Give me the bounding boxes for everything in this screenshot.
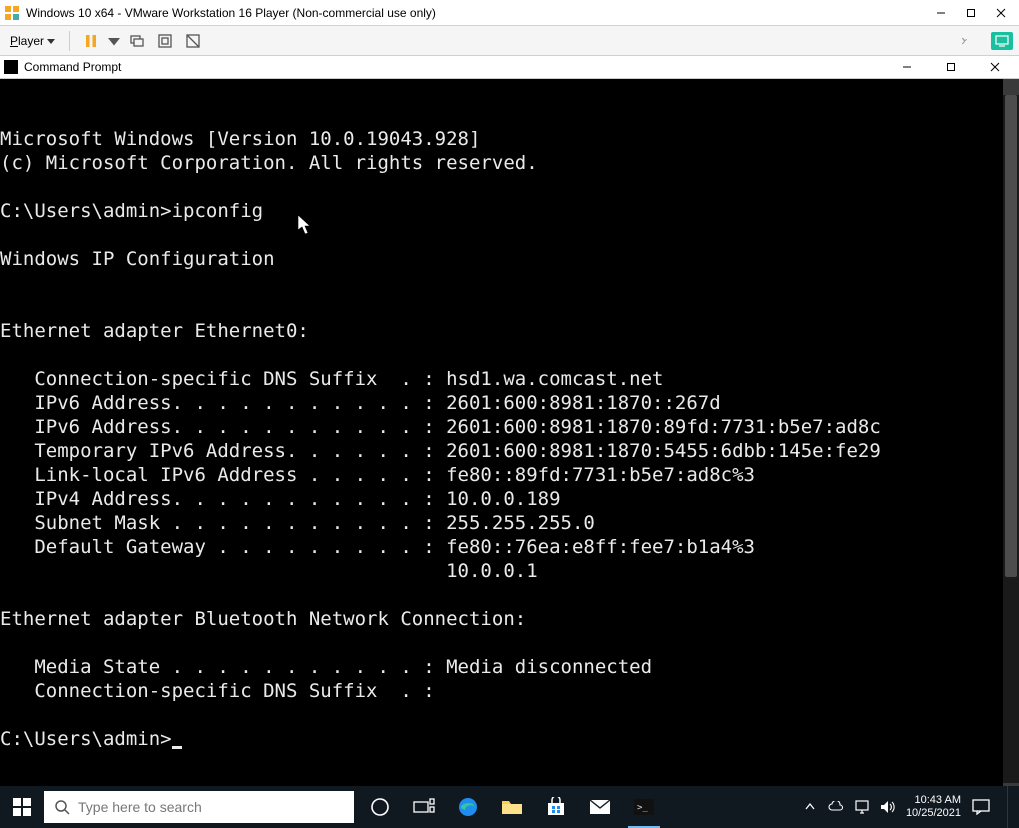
cmd-line: Microsoft Windows [Version 10.0.19043.92…	[0, 127, 1003, 151]
chevron-down-icon	[108, 33, 120, 49]
pause-button[interactable]	[80, 30, 102, 52]
chevron-down-icon	[47, 37, 55, 45]
tray-volume-icon[interactable]	[880, 799, 896, 815]
system-tray: 10:43 AM 10/25/2021	[794, 786, 1019, 828]
folder-icon	[501, 798, 523, 816]
cmd-line: C:\Users\admin>ipconfig	[0, 199, 1003, 223]
taskbar-app-edge[interactable]	[446, 786, 490, 828]
cmd-line	[0, 583, 1003, 607]
cmd-line	[0, 295, 1003, 319]
cmd-line: Ethernet adapter Bluetooth Network Conne…	[0, 607, 1003, 631]
task-view-button[interactable]	[402, 786, 446, 828]
cmd-prompt-line[interactable]: C:\Users\admin>	[0, 727, 1003, 751]
action-center-button[interactable]	[971, 797, 991, 817]
search-icon	[54, 799, 70, 815]
cmd-minimize-button[interactable]	[887, 56, 927, 78]
cmd-line	[0, 223, 1003, 247]
cmd-line: Link-local IPv6 Address . . . . . : fe80…	[0, 463, 1003, 487]
cmd-window-title: Command Prompt	[24, 60, 887, 74]
cmd-line: (c) Microsoft Corporation. All rights re…	[0, 151, 1003, 175]
cmd-line: 10.0.0.1	[0, 559, 1003, 583]
vmware-maximize-button[interactable]	[957, 3, 985, 23]
cmd-line	[0, 631, 1003, 655]
start-button[interactable]	[0, 786, 44, 828]
cmd-prompt-text: C:\Users\admin>	[0, 728, 172, 750]
toolbar-separator	[69, 31, 70, 51]
cmd-line: Subnet Mask . . . . . . . . . . . : 255.…	[0, 511, 1003, 535]
player-menu[interactable]: Player	[6, 32, 59, 50]
cmd-line: Default Gateway . . . . . . . . . : fe80…	[0, 535, 1003, 559]
tray-clock[interactable]: 10:43 AM 10/25/2021	[906, 794, 961, 820]
cmd-line	[0, 343, 1003, 367]
tray-time: 10:43 AM	[906, 794, 961, 807]
windows-taskbar: Type here to search >_ 10:43 AM 10/25/20…	[0, 786, 1019, 828]
vmware-icon	[4, 5, 20, 21]
unity-mode-button[interactable]	[182, 30, 204, 52]
scrollbar-thumb[interactable]	[1005, 95, 1017, 577]
store-icon	[546, 797, 566, 817]
vmware-close-button[interactable]	[987, 3, 1015, 23]
taskbar-search[interactable]: Type here to search	[44, 791, 354, 823]
vmware-window-title: Windows 10 x64 - VMware Workstation 16 P…	[26, 6, 927, 20]
fullscreen-button[interactable]	[154, 30, 176, 52]
cmd-line	[0, 175, 1003, 199]
tray-network-icon[interactable]	[854, 799, 870, 815]
cmd-line: IPv4 Address. . . . . . . . . . . : 10.0…	[0, 487, 1003, 511]
show-desktop-button[interactable]	[1007, 786, 1011, 828]
cmd-title-icon	[4, 60, 18, 74]
cmd-line: Media State . . . . . . . . . . . : Medi…	[0, 655, 1003, 679]
vmware-titlebar: Windows 10 x64 - VMware Workstation 16 P…	[0, 0, 1019, 26]
tray-date: 10/25/2021	[906, 807, 961, 820]
cmd-line	[0, 703, 1003, 727]
cmd-titlebar: Command Prompt	[0, 56, 1019, 79]
cmd-close-button[interactable]	[975, 56, 1015, 78]
stream-button[interactable]	[991, 32, 1013, 50]
cmd-console[interactable]: Microsoft Windows [Version 10.0.19043.92…	[0, 79, 1003, 799]
cmd-scrollbar[interactable]	[1003, 79, 1019, 799]
cycle-multiple-monitors-button[interactable]	[959, 30, 981, 52]
taskbar-app-file-explorer[interactable]	[490, 786, 534, 828]
mail-icon	[589, 799, 611, 815]
scrollbar-up-arrow[interactable]	[1003, 79, 1019, 95]
cmd-icon: >_	[634, 799, 654, 815]
search-placeholder: Type here to search	[78, 799, 202, 815]
cortana-button[interactable]	[358, 786, 402, 828]
vmware-minimize-button[interactable]	[927, 3, 955, 23]
cmd-line	[0, 271, 1003, 295]
cmd-line: Connection-specific DNS Suffix . : hsd1.…	[0, 367, 1003, 391]
send-ctrl-alt-del-button[interactable]	[126, 30, 148, 52]
cmd-line: Temporary IPv6 Address. . . . . . : 2601…	[0, 439, 1003, 463]
cmd-cursor	[172, 746, 182, 749]
cmd-maximize-button[interactable]	[931, 56, 971, 78]
task-view-icon	[413, 798, 435, 816]
cmd-line: IPv6 Address. . . . . . . . . . . : 2601…	[0, 391, 1003, 415]
power-menu-dropdown[interactable]	[108, 30, 120, 52]
svg-text:>_: >_	[637, 803, 648, 813]
scrollbar-track[interactable]	[1003, 95, 1019, 783]
taskbar-app-cmd[interactable]: >_	[622, 786, 666, 828]
cmd-window-controls	[887, 56, 1015, 78]
tray-show-hidden-icons[interactable]	[802, 799, 818, 815]
player-menu-label: layer	[18, 34, 44, 48]
cmd-line: Windows IP Configuration	[0, 247, 1003, 271]
taskbar-app-mail[interactable]	[578, 786, 622, 828]
cmd-line: IPv6 Address. . . . . . . . . . . : 2601…	[0, 415, 1003, 439]
windows-logo-icon	[13, 798, 31, 816]
tray-onedrive-icon[interactable]	[828, 799, 844, 815]
vmware-toolbar: Player	[0, 26, 1019, 56]
cmd-line: Connection-specific DNS Suffix . :	[0, 679, 1003, 703]
cmd-line: Ethernet adapter Ethernet0:	[0, 319, 1003, 343]
guest-vm-area: Command Prompt Microsoft Windows [Versio…	[0, 56, 1019, 786]
vmware-window-controls	[927, 3, 1015, 23]
cortana-icon	[370, 797, 390, 817]
edge-icon	[457, 796, 479, 818]
taskbar-app-store[interactable]	[534, 786, 578, 828]
